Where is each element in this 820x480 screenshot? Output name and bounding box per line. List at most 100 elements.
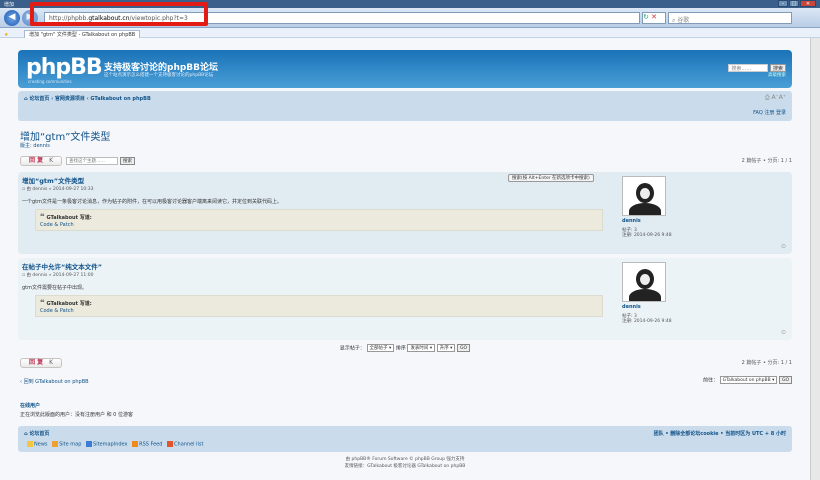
reply-arrow-icon: K bbox=[49, 157, 54, 164]
reply-button[interactable]: 回 复K bbox=[20, 156, 62, 166]
topic-title[interactable]: 增加“gtm”文件类型 bbox=[20, 128, 110, 143]
rss-icon bbox=[132, 441, 139, 447]
back-to-top-icon[interactable]: ⊙ bbox=[781, 329, 786, 336]
breadcrumb[interactable]: ⌂ 论坛首页 ‹ 官网资源项目 ‹ GTalkabout on phpBB bbox=[24, 95, 151, 102]
reply-arrow-icon: K bbox=[49, 359, 54, 366]
avatar[interactable] bbox=[622, 176, 666, 216]
footer-link-rss[interactable]: RSS Feed bbox=[139, 442, 162, 448]
display-select[interactable]: 全部帖子 ▾ bbox=[366, 344, 395, 352]
jump-box: 前往： GTalkabout on phpBB ▾ GO bbox=[703, 376, 792, 384]
author-name[interactable]: dennis bbox=[622, 304, 782, 310]
pagination-bottom: 2 篇帖子 • 分页: 1 / 1 bbox=[741, 360, 792, 366]
sort-field-select[interactable]: 发表时间 ▾ bbox=[407, 344, 436, 352]
banner-search: 搜索…… 搜索 高级搜索 bbox=[728, 64, 786, 78]
quote-body[interactable]: Code & Patch bbox=[40, 222, 598, 228]
news-icon bbox=[27, 441, 33, 447]
close-icon[interactable]: ✕ bbox=[800, 0, 816, 7]
quote-body[interactable]: Code & Patch bbox=[40, 308, 598, 314]
back-to-top-icon[interactable]: ⊙ bbox=[781, 243, 786, 250]
minimize-icon[interactable]: – bbox=[778, 0, 788, 7]
post-body: gtm文件需要在帖子中出现。 bbox=[22, 285, 88, 291]
copyright-line-2: 友情链接：GTalkabout 极客讨论器 GTalkabout on phpB… bbox=[344, 464, 466, 469]
jump-go-button[interactable]: GO bbox=[778, 376, 792, 384]
topic-search-button[interactable]: 搜索 bbox=[120, 157, 135, 165]
banner-search-input[interactable]: 搜索…… bbox=[728, 64, 769, 72]
post-1: 增加“gtm”文件类型 ▫ 由 dennis » 2014-09-27 10:3… bbox=[18, 172, 792, 254]
browser-search-placeholder: 谷歌 bbox=[677, 17, 690, 24]
maximize-icon[interactable]: □ bbox=[789, 0, 799, 7]
author-name[interactable]: dennis bbox=[622, 218, 782, 224]
quote-icon: ❝ bbox=[40, 212, 45, 221]
sort-label: 排序 bbox=[395, 345, 406, 352]
pagination: 2 篇帖子 • 分页: 1 / 1 bbox=[741, 158, 792, 164]
post-title[interactable]: 在帖子中允许“纯文本文件” bbox=[22, 261, 612, 271]
footer-bar: ⌂ 论坛首页 团队 • 删除全部论坛cookie • 当前时区为 UTC + 8… bbox=[18, 426, 792, 452]
sort-order-select[interactable]: 升序 ▾ bbox=[436, 344, 456, 352]
refresh-stop-icons[interactable]: ↻ ✕ bbox=[642, 12, 666, 24]
page-content: phpBB creating communities 支持极客讨论的phpBB论… bbox=[0, 38, 810, 480]
favorites-bar: ★ 增加 "gtm" 文件类型 - GTalkabout on phpBB bbox=[0, 28, 820, 39]
post-profile: dennis 帖子: 3 注册: 2014-09-26 9:48 bbox=[622, 262, 782, 324]
channel-icon bbox=[167, 441, 174, 447]
reply-label: 回 复 bbox=[28, 359, 44, 366]
sort-order-value: 升序 bbox=[439, 346, 449, 351]
online-text: 正在浏览此版面的用户：没有注册用户 和 0 位游客 bbox=[20, 412, 133, 418]
avatar[interactable] bbox=[622, 262, 666, 302]
site-banner: phpBB creating communities 支持极客讨论的phpBB论… bbox=[18, 50, 792, 88]
window-controls: – □ ✕ bbox=[778, 0, 816, 7]
banner-search-button[interactable]: 搜索 bbox=[769, 64, 786, 72]
post-meta: ▫ 由 dennis » 2014-09-27 10:33 bbox=[22, 186, 612, 192]
footer-home-link[interactable]: ⌂ 论坛首页 bbox=[24, 430, 49, 437]
footer-link-news[interactable]: News bbox=[34, 442, 48, 448]
post-meta-text: 由 dennis » 2014-09-27 10:33 bbox=[26, 187, 94, 192]
jump-select[interactable]: GTalkabout on phpBB ▾ bbox=[719, 376, 778, 384]
post-meta-text: 由 dennis » 2014-09-27 11:00 bbox=[26, 273, 94, 278]
reply-label: 回 复 bbox=[28, 157, 44, 164]
quote-author: GTalkabout 写道 bbox=[46, 215, 90, 221]
breadcrumb-text[interactable]: 论坛首页 ‹ 官网资源项目 ‹ GTalkabout on phpBB bbox=[29, 96, 150, 102]
sort-bar: 显示帖子： 全部帖子 ▾ 排序 发表时间 ▾ 升序 ▾ GO bbox=[0, 344, 810, 352]
sort-go-button[interactable]: GO bbox=[457, 344, 471, 352]
post-quote: ❝ GTalkabout 写道: Code & Patch bbox=[35, 295, 603, 317]
quote-author: GTalkabout 写道 bbox=[46, 301, 90, 307]
sort-field-value: 发表时间 bbox=[410, 346, 429, 351]
display-select-value: 全部帖子 bbox=[369, 346, 388, 351]
logo-subtitle: creating communities bbox=[28, 79, 72, 84]
sitemap-icon bbox=[52, 441, 59, 447]
advanced-search-link[interactable]: 高级搜索 bbox=[728, 72, 786, 78]
footer-link-sitemapindex[interactable]: SitemapIndex bbox=[93, 442, 127, 448]
quote-icon: ❝ bbox=[40, 298, 45, 307]
post-body: 一个gtm文件是一条极客讨论消息，作为帖子的附件，在可以用极客讨论器客户端离来阅… bbox=[22, 199, 283, 205]
breadcrumb-bar: ⌂ 论坛首页 ‹ 官网资源项目 ‹ GTalkabout on phpBB ⎙ … bbox=[18, 91, 792, 121]
sitemapindex-icon bbox=[86, 441, 93, 447]
topic-actions-top: 回 复 K 查找这个主题…… 搜索 2 篇帖子 • 分页: 1 / 1 bbox=[20, 156, 792, 168]
topic-actions-bottom: 回 复 K 2 篇帖子 • 分页: 1 / 1 bbox=[20, 358, 792, 370]
reply-button-bottom[interactable]: 回 复K bbox=[20, 358, 62, 368]
author-join-date: 注册: 2014-09-26 9:48 bbox=[622, 319, 672, 324]
back-icon[interactable]: ◀ bbox=[4, 10, 20, 26]
post-2: 在帖子中允许“纯文本文件” ▫ 由 dennis » 2014-09-27 11… bbox=[18, 258, 792, 340]
user-links[interactable]: FAQ 注册 登录 bbox=[753, 109, 786, 116]
phpbb-logo[interactable]: phpBB bbox=[26, 55, 103, 80]
footer-links: News Site map SitemapIndex RSS Feed Chan… bbox=[24, 441, 204, 448]
font-size-icons[interactable]: ⎙ A⁻A⁺ bbox=[765, 94, 786, 102]
footer-link-channel[interactable]: Channel list bbox=[174, 442, 203, 448]
moderator-info: 版主: dennis bbox=[20, 143, 50, 149]
copyright-line-1: 由 phpBB® Forum Software © phpBB Group 强力… bbox=[345, 457, 465, 462]
post-quote: ❝ GTalkabout 写道: Code & Patch bbox=[35, 209, 603, 231]
site-description: 这个站点演示怎么搭建一个支持极客讨论的phpBB论坛 bbox=[104, 73, 214, 78]
browser-search-input[interactable]: ⌕ 谷歌 bbox=[668, 12, 792, 24]
author-join-date: 注册: 2014-09-26 9:48 bbox=[622, 233, 672, 238]
footer-home-text[interactable]: 论坛首页 bbox=[29, 431, 49, 437]
scrollbar[interactable] bbox=[810, 38, 820, 480]
post-profile: dennis 帖子: 3 注册: 2014-09-26 9:48 bbox=[622, 176, 782, 238]
footer-right-links[interactable]: 团队 • 删除全部论坛cookie • 当前时区为 UTC + 8 小时 bbox=[654, 430, 786, 437]
post-meta: ▫ 由 dennis » 2014-09-27 11:00 bbox=[22, 272, 612, 278]
search-hint-button[interactable]: 搜索(按 Alt+Enter 在新选项卡中搜索) bbox=[508, 174, 594, 182]
url-highlight-box bbox=[30, 2, 208, 26]
topic-search-input[interactable]: 查找这个主题…… bbox=[66, 157, 118, 165]
display-label: 显示帖子： bbox=[339, 345, 365, 352]
online-heading[interactable]: 在线用户 bbox=[20, 402, 40, 409]
return-link[interactable]: ‹ 回到 GTalkabout on phpBB bbox=[20, 378, 89, 385]
footer-link-sitemap[interactable]: Site map bbox=[59, 442, 81, 448]
